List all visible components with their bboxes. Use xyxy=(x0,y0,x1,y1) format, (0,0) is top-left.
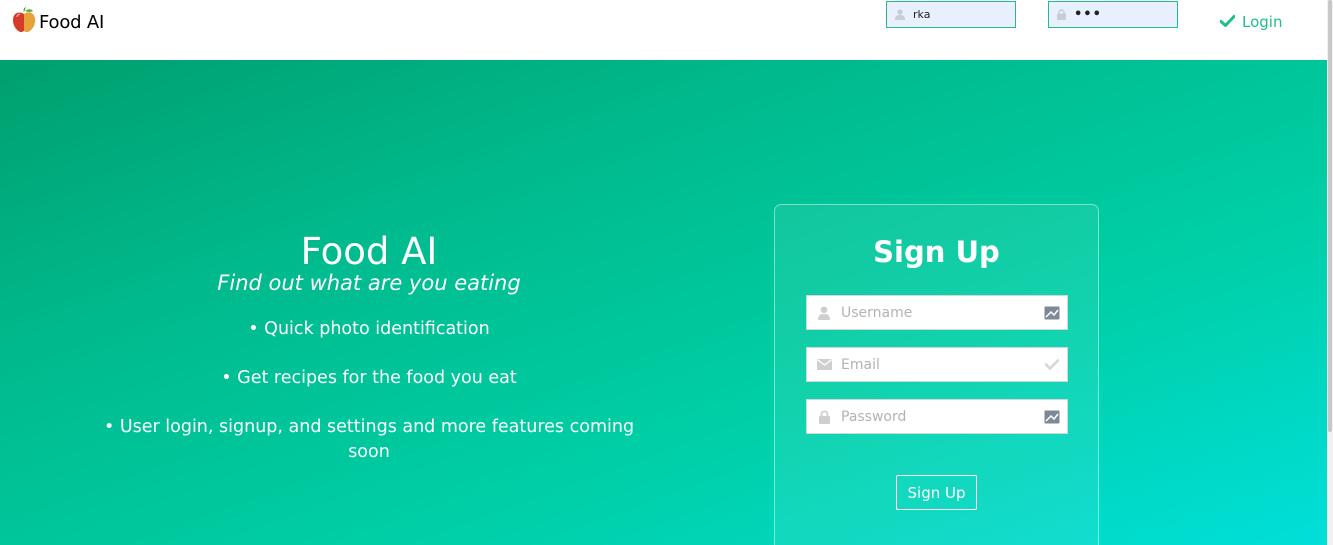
login-label: Login xyxy=(1242,13,1283,31)
feature-list: • Quick photo identification • Get recip… xyxy=(89,317,649,465)
brand-name: Food AI xyxy=(39,11,105,33)
username-field[interactable] xyxy=(806,295,1068,330)
envelope-icon xyxy=(807,359,841,370)
nav-password-input[interactable] xyxy=(1074,7,1170,22)
password-field[interactable] xyxy=(806,399,1068,434)
brand[interactable]: Food AI xyxy=(12,7,105,37)
hero-title: Food AI xyxy=(300,230,438,273)
user-icon xyxy=(807,306,841,320)
navbar: Food AI Login xyxy=(0,0,1327,60)
username-input[interactable] xyxy=(841,304,1037,321)
hero-section: Food AI Find out what are you eating • Q… xyxy=(0,60,1327,545)
scrollbar[interactable] xyxy=(1327,0,1333,545)
check-icon xyxy=(1037,359,1067,370)
lock-icon xyxy=(1057,5,1066,24)
scrollbar-thumb[interactable] xyxy=(1328,0,1332,432)
password-input[interactable] xyxy=(841,408,1037,425)
nav-password-field[interactable] xyxy=(1048,1,1178,28)
autofill-key-icon[interactable] xyxy=(1037,410,1067,424)
email-field[interactable] xyxy=(806,347,1068,382)
email-input[interactable] xyxy=(841,356,1037,373)
signup-form: Sign Up Username Email Sign Up xyxy=(774,204,1099,545)
feature-item: • Get recipes for the food you eat xyxy=(221,368,517,388)
user-icon xyxy=(895,5,905,24)
check-icon xyxy=(1219,13,1236,31)
feature-item: • Quick photo identification xyxy=(248,319,490,339)
hero-intro: Food AI Find out what are you eating • Q… xyxy=(89,230,649,489)
signup-button[interactable]: Sign Up xyxy=(896,475,977,510)
hero-tagline: Find out what are you eating xyxy=(217,271,521,295)
login-button[interactable]: Login xyxy=(1219,13,1283,31)
lock-icon xyxy=(807,409,841,424)
nav-username-input[interactable] xyxy=(913,8,1009,21)
apple-icon xyxy=(12,7,36,37)
signup-title: Sign Up xyxy=(873,235,1000,269)
nav-username-field[interactable] xyxy=(886,1,1016,28)
autofill-key-icon[interactable] xyxy=(1037,306,1067,320)
feature-item: • User login, signup, and settings and m… xyxy=(103,417,635,462)
